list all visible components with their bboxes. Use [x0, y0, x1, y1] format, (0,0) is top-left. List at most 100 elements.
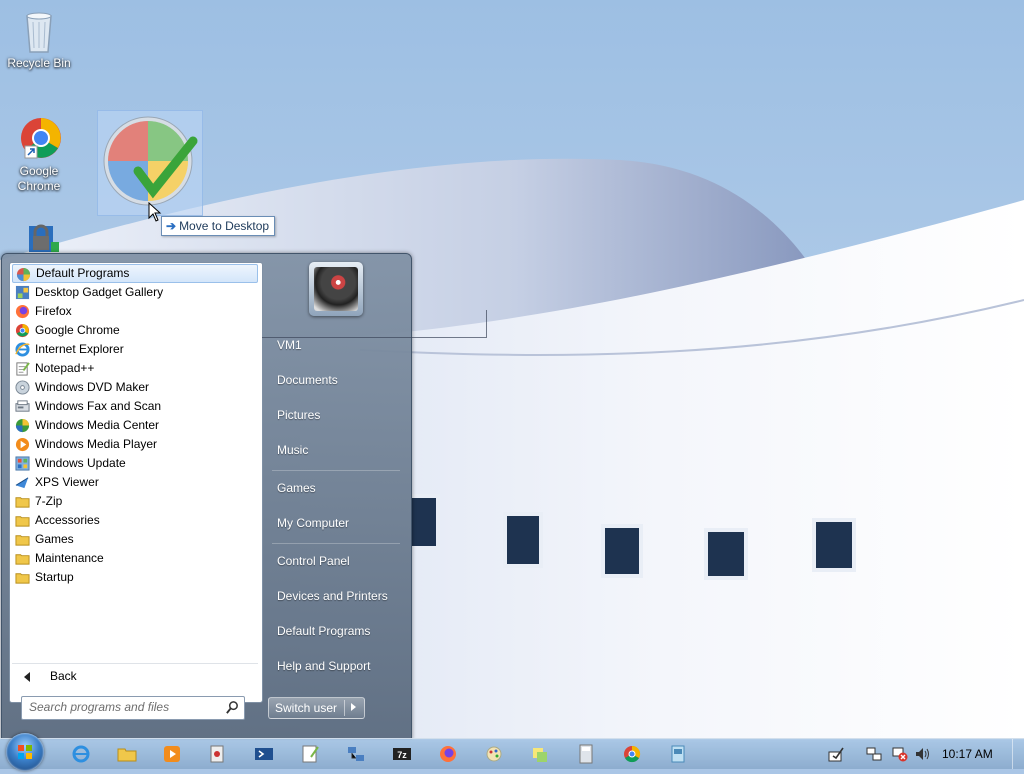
program-desktop-gadget-gallery[interactable]: Desktop Gadget Gallery — [12, 283, 258, 302]
user-avatar[interactable] — [309, 262, 363, 316]
system-clock[interactable]: 10:17 AM — [942, 747, 993, 761]
program-internet-explorer[interactable]: Internet Explorer — [12, 340, 258, 359]
desktop-icon-lock-shortcut[interactable] — [3, 216, 75, 256]
split-divider — [344, 700, 345, 716]
program-windows-media-player[interactable]: Windows Media Player — [12, 435, 258, 454]
chrome-icon — [15, 323, 30, 338]
media-center-icon — [15, 418, 30, 433]
program-label: Firefox — [35, 304, 72, 318]
program-xps-viewer[interactable]: XPS Viewer — [12, 473, 258, 492]
default-programs-icon — [16, 267, 31, 282]
search-icon[interactable] — [225, 700, 240, 715]
chrome-icon — [15, 114, 63, 162]
chevron-right-icon[interactable] — [351, 703, 356, 711]
fax-scan-icon — [15, 400, 30, 412]
program-notepadpp[interactable]: Notepad++ — [12, 359, 258, 378]
program-folder-startup[interactable]: Startup — [12, 568, 258, 587]
program-folder-maintenance[interactable]: Maintenance — [12, 549, 258, 568]
desktop-icon-google-chrome[interactable]: Google Chrome — [3, 114, 75, 194]
program-folder-accessories[interactable]: Accessories — [12, 511, 258, 530]
folder-icon — [15, 573, 30, 584]
program-label: Desktop Gadget Gallery — [35, 285, 164, 299]
program-windows-update[interactable]: Windows Update — [12, 454, 258, 473]
notepadpp-icon — [16, 362, 30, 376]
windows-logo-icon — [18, 745, 32, 759]
network-app-icon — [348, 747, 364, 761]
taskbar-firefox[interactable] — [437, 743, 459, 765]
move-arrow-icon: ➔ — [166, 219, 177, 233]
windows-update-icon — [15, 456, 30, 471]
program-folder-games[interactable]: Games — [12, 530, 258, 549]
start-link-user[interactable]: VM1 — [268, 330, 406, 360]
program-default-programs[interactable]: Default Programs — [12, 264, 258, 283]
program-windows-fax-and-scan[interactable]: Windows Fax and Scan — [12, 397, 258, 416]
start-separator — [272, 543, 400, 544]
desktop-icon-label: Recycle Bin — [7, 56, 71, 70]
media-player-icon — [15, 437, 30, 452]
ie-icon — [72, 745, 90, 763]
start-link-label: Control Panel — [277, 554, 350, 568]
taskbar-remote[interactable] — [667, 743, 689, 765]
program-label: Notepad++ — [35, 361, 95, 375]
start-link-devices-and-printers[interactable]: Devices and Printers — [268, 581, 406, 611]
drag-ghost-default-programs — [97, 110, 203, 216]
start-link-music[interactable]: Music — [268, 435, 406, 465]
taskbar-paint[interactable] — [483, 743, 505, 765]
drag-tooltip: ➔ Move to Desktop — [161, 216, 276, 236]
program-windows-dvd-maker[interactable]: Windows DVD Maker — [12, 378, 258, 397]
show-desktop-button[interactable] — [1012, 739, 1024, 769]
ie-icon — [15, 342, 30, 357]
taskbar-media-player[interactable] — [161, 743, 183, 765]
taskbar-powershell[interactable] — [253, 743, 275, 765]
start-link-my-computer[interactable]: My Computer — [268, 508, 406, 538]
program-label: Internet Explorer — [35, 342, 124, 356]
network-icon[interactable] — [866, 746, 882, 762]
taskbar-7zip[interactable]: 7z — [391, 743, 413, 765]
taskbar-network-app[interactable] — [345, 743, 367, 765]
start-link-label: Help and Support — [277, 659, 371, 673]
start-link-control-panel[interactable]: Control Panel — [268, 546, 406, 576]
taskbar-app[interactable] — [206, 743, 228, 765]
action-center-icon[interactable] — [828, 746, 844, 762]
taskbar-chrome[interactable] — [621, 743, 643, 765]
network-error-icon[interactable] — [892, 746, 908, 762]
start-link-help-and-support[interactable]: Help and Support — [268, 651, 406, 681]
program-folder-7zip[interactable]: 7-Zip — [12, 492, 258, 511]
switch-user-button[interactable]: Switch user — [268, 697, 365, 719]
search-box[interactable] — [21, 696, 245, 720]
start-link-default-programs[interactable]: Default Programs — [268, 616, 406, 646]
taskbar-ie[interactable] — [70, 743, 92, 765]
start-link-documents[interactable]: Documents — [268, 365, 406, 395]
taskbar-explorer[interactable] — [116, 743, 138, 765]
back-label: Back — [50, 669, 77, 683]
taskbar: 7z 10:17 AM — [0, 733, 1024, 771]
explorer-icon — [117, 748, 137, 762]
mouse-cursor-icon — [148, 202, 162, 222]
start-button[interactable] — [6, 733, 44, 771]
taskbar-sticky-notes[interactable] — [529, 743, 551, 765]
powershell-icon — [255, 748, 273, 760]
search-input[interactable] — [22, 697, 219, 717]
program-label: Windows Media Player — [35, 437, 158, 451]
program-label: Google Chrome — [35, 323, 120, 337]
start-link-label: Devices and Printers — [277, 589, 388, 603]
desktop-icon-recycle-bin[interactable]: Recycle Bin — [3, 6, 75, 71]
start-link-games[interactable]: Games — [268, 473, 406, 503]
folder-icon — [15, 554, 30, 565]
taskbar-notepad[interactable] — [299, 743, 321, 765]
program-firefox[interactable]: Firefox — [12, 302, 258, 321]
drag-tooltip-text: Move to Desktop — [179, 219, 270, 233]
remote-icon — [671, 745, 685, 763]
back-button[interactable]: Back — [12, 663, 258, 686]
chrome-icon — [624, 745, 641, 763]
all-programs-list: Default Programs Desktop Gadget Gallery … — [9, 262, 263, 703]
taskbar-calculator[interactable] — [575, 743, 597, 765]
start-link-pictures[interactable]: Pictures — [268, 400, 406, 430]
paint-icon — [486, 746, 502, 762]
default-programs-icon — [103, 116, 198, 206]
app-icon — [210, 745, 224, 763]
xps-viewer-icon — [15, 477, 29, 489]
volume-icon[interactable] — [914, 746, 930, 762]
program-windows-media-center[interactable]: Windows Media Center — [12, 416, 258, 435]
program-google-chrome[interactable]: Google Chrome — [12, 321, 258, 340]
